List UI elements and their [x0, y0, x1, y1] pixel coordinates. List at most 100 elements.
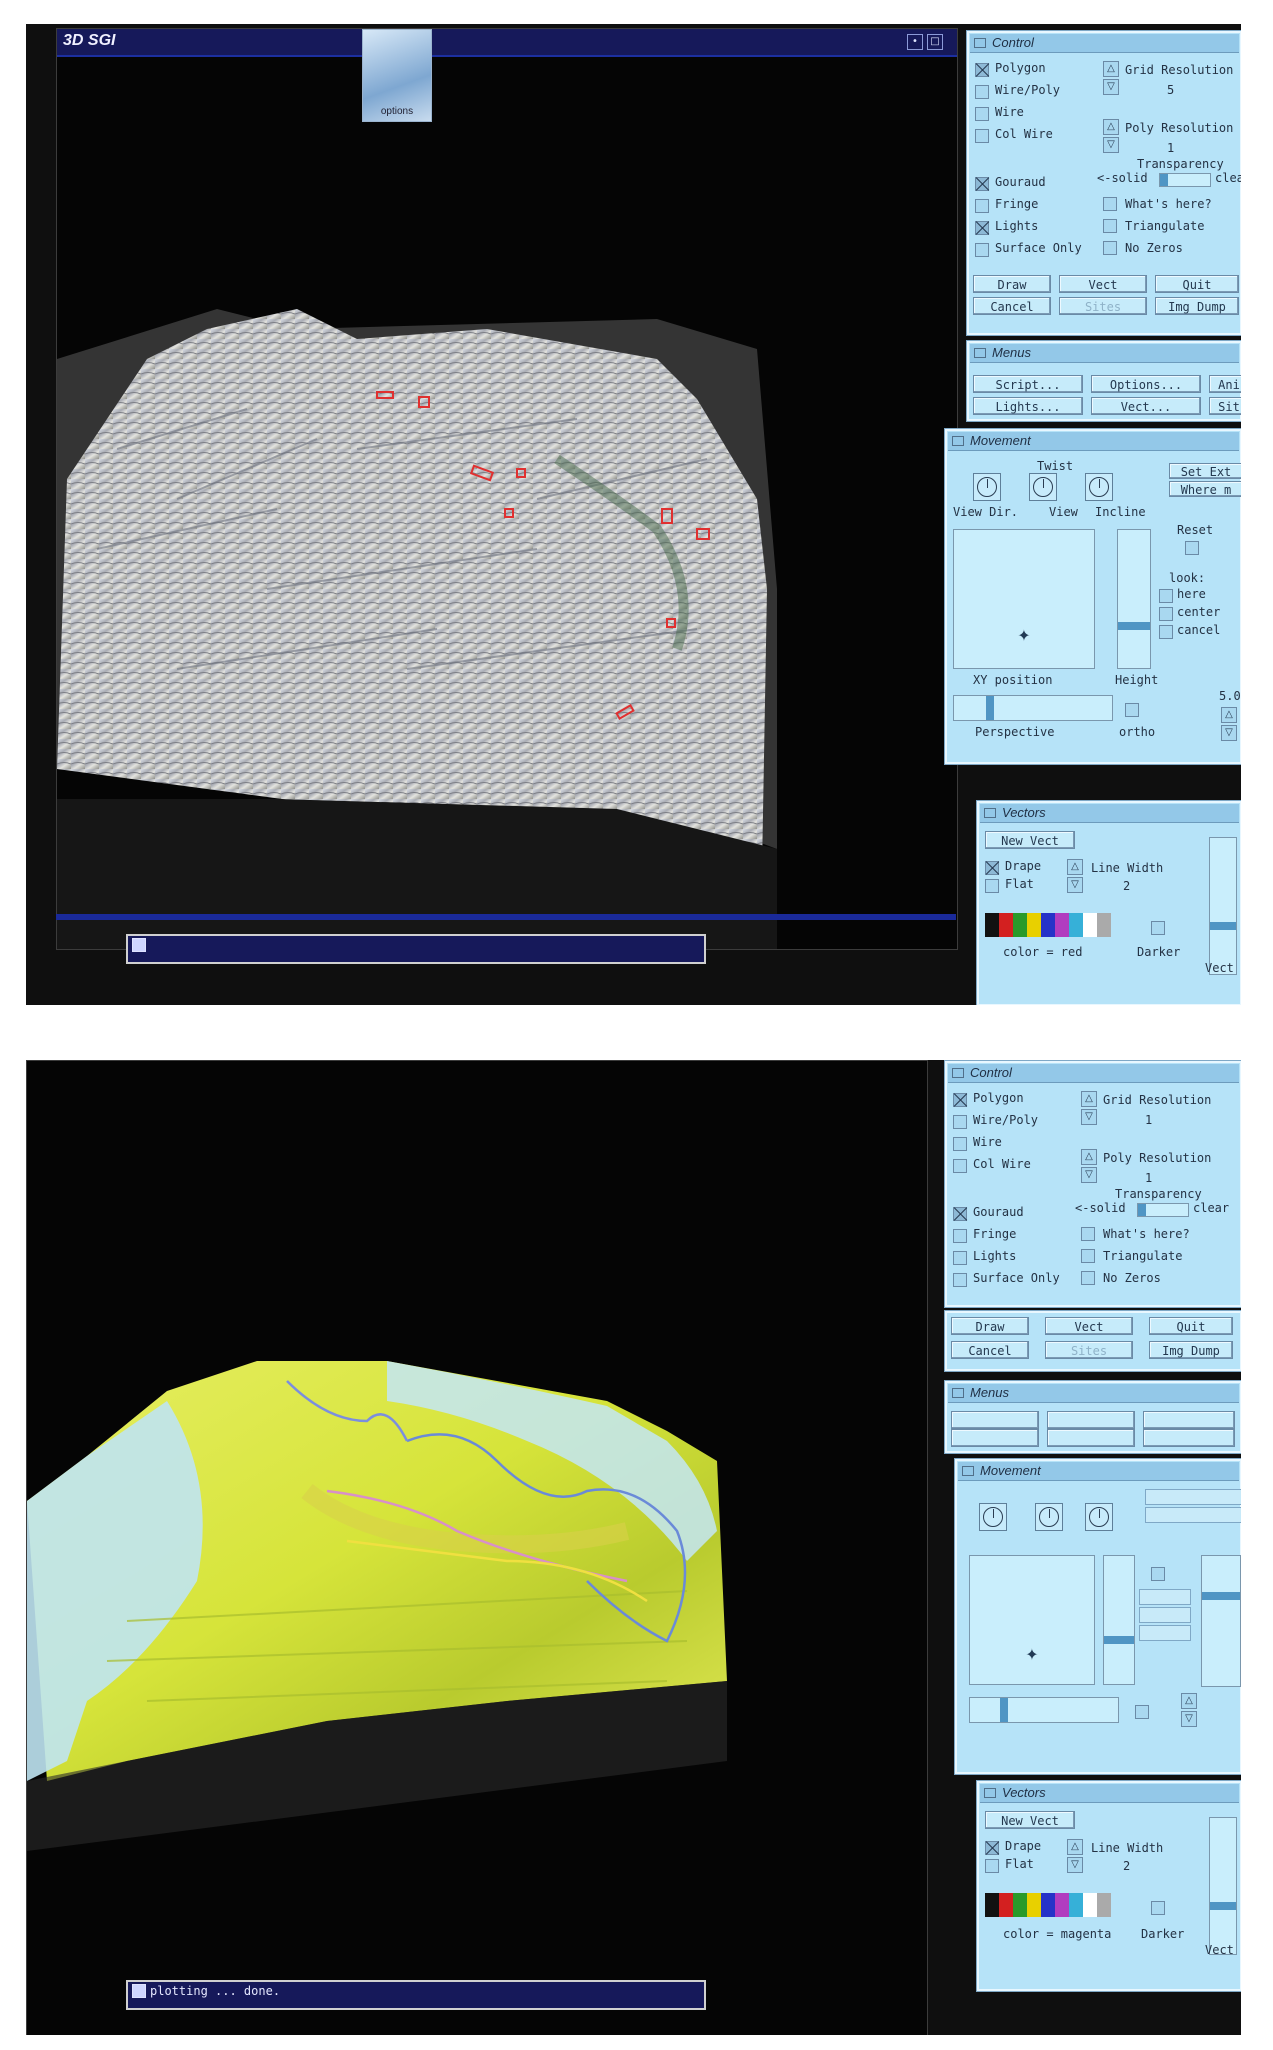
panel-menu-icon[interactable] [984, 808, 996, 818]
color-swatch[interactable] [999, 1893, 1013, 1917]
view-dir-dial-icon[interactable] [979, 1503, 1007, 1531]
panel-menu-icon[interactable] [962, 1466, 974, 1476]
poly-res-up-icon[interactable]: △ [1081, 1149, 1097, 1165]
twist-dial-icon[interactable] [1029, 473, 1057, 501]
line-width-up-icon[interactable]: △ [1067, 859, 1083, 875]
options-button[interactable]: options [362, 29, 432, 122]
panel-menu-icon[interactable] [952, 1068, 964, 1078]
darker-checkbox[interactable] [1151, 1901, 1165, 1915]
checkbox-whats-here[interactable] [1081, 1227, 1095, 1241]
flat-checkbox[interactable] [985, 1859, 999, 1873]
render-window-2[interactable] [26, 1060, 928, 2035]
checkbox-wire-poly[interactable] [975, 85, 989, 99]
checkbox-lights[interactable] [953, 1251, 967, 1265]
color-swatch[interactable] [985, 1893, 999, 1917]
where-button[interactable] [1145, 1507, 1241, 1523]
new-vect-button[interactable]: New Vect [985, 1811, 1075, 1829]
look-center-button[interactable] [1139, 1607, 1191, 1623]
view-dir-dial-icon[interactable] [973, 473, 1001, 501]
sites-button[interactable]: Sites [1045, 1341, 1133, 1359]
color-swatch[interactable] [1041, 913, 1055, 937]
animation-menu-button[interactable]: Ani [1209, 375, 1241, 393]
look-here-button[interactable] [1139, 1589, 1191, 1605]
color-swatch[interactable] [1013, 913, 1027, 937]
poly-res-down-icon[interactable]: ▽ [1103, 137, 1119, 153]
poly-res-up-icon[interactable]: △ [1103, 119, 1119, 135]
scale-up-icon[interactable]: △ [1221, 707, 1237, 723]
img-dump-button[interactable]: Img Dump [1149, 1341, 1233, 1359]
perspective-slider[interactable] [953, 695, 1113, 721]
height-slider[interactable] [1103, 1555, 1135, 1685]
grid-res-down-icon[interactable]: ▽ [1103, 79, 1119, 95]
render-window[interactable]: 3D SGI • □ options [56, 28, 958, 950]
checkbox-wire-poly[interactable] [953, 1115, 967, 1129]
color-swatch[interactable] [1069, 1893, 1083, 1917]
line-width-up-icon[interactable]: △ [1067, 1839, 1083, 1855]
menu-button-1[interactable] [951, 1411, 1039, 1429]
checkbox-whats-here[interactable] [1103, 197, 1117, 211]
drape-checkbox[interactable] [985, 861, 999, 875]
color-swatch[interactable] [1055, 913, 1069, 937]
reset-checkbox[interactable] [1151, 1567, 1165, 1581]
menu-button-3[interactable] [1143, 1411, 1235, 1429]
look-center-checkbox[interactable] [1159, 607, 1173, 621]
side-slider[interactable] [1201, 1555, 1241, 1687]
command-line-handle[interactable] [132, 938, 146, 952]
script-menu-button[interactable]: Script... [973, 375, 1083, 393]
color-swatch[interactable] [1083, 1893, 1097, 1917]
transparency-slider[interactable] [1137, 1203, 1189, 1217]
menu-button-2[interactable] [1047, 1411, 1135, 1429]
color-palette[interactable] [985, 1893, 1111, 1917]
checkbox-surface-only[interactable] [953, 1273, 967, 1287]
color-swatch[interactable] [999, 913, 1013, 937]
vectors-side-slider[interactable] [1209, 1817, 1237, 1955]
options-menu-button[interactable]: Options... [1091, 375, 1201, 393]
sites-button[interactable]: Sites [1059, 297, 1147, 315]
checkbox-wire[interactable] [953, 1137, 967, 1151]
color-swatch[interactable] [1013, 1893, 1027, 1917]
command-line-handle[interactable] [132, 1984, 146, 1998]
xy-position-pad[interactable]: ✦ [969, 1555, 1095, 1685]
color-palette[interactable] [985, 913, 1111, 937]
color-swatch[interactable] [1097, 913, 1111, 937]
quit-button[interactable]: Quit [1155, 275, 1239, 293]
ortho-checkbox[interactable] [1125, 703, 1139, 717]
look-here-checkbox[interactable] [1159, 589, 1173, 603]
checkbox-polygon[interactable] [953, 1093, 967, 1107]
incline-dial-icon[interactable] [1085, 1503, 1113, 1531]
panel-menu-icon[interactable] [974, 348, 986, 358]
checkbox-polygon[interactable] [975, 63, 989, 77]
scale-down-icon[interactable]: ▽ [1221, 725, 1237, 741]
checkbox-no-zeros[interactable] [1081, 1271, 1095, 1285]
command-line[interactable]: plotting ... done. [126, 1980, 706, 2010]
menu-button-5[interactable] [1047, 1429, 1135, 1447]
grid-res-up-icon[interactable]: △ [1103, 61, 1119, 77]
command-line[interactable] [126, 934, 706, 964]
vect-menu-button[interactable]: Vect... [1091, 397, 1201, 415]
img-dump-button[interactable]: Img Dump [1155, 297, 1239, 315]
xy-position-pad[interactable]: ✦ [953, 529, 1095, 669]
height-slider[interactable] [1117, 529, 1151, 669]
checkbox-surface-only[interactable] [975, 243, 989, 257]
checkbox-wire[interactable] [975, 107, 989, 121]
look-cancel-button[interactable] [1139, 1625, 1191, 1641]
perspective-slider[interactable] [969, 1697, 1119, 1723]
grid-res-down-icon[interactable]: ▽ [1081, 1109, 1097, 1125]
panel-menu-icon[interactable] [984, 1788, 996, 1798]
new-vect-button[interactable]: New Vect [985, 831, 1075, 849]
set-extent-button[interactable] [1145, 1489, 1241, 1505]
look-cancel-checkbox[interactable] [1159, 625, 1173, 639]
darker-checkbox[interactable] [1151, 921, 1165, 935]
checkbox-fringe[interactable] [953, 1229, 967, 1243]
color-swatch[interactable] [1097, 1893, 1111, 1917]
checkbox-no-zeros[interactable] [1103, 241, 1117, 255]
line-width-down-icon[interactable]: ▽ [1067, 1857, 1083, 1873]
checkbox-gouraud[interactable] [953, 1207, 967, 1221]
menu-button-4[interactable] [951, 1429, 1039, 1447]
cancel-button[interactable]: Cancel [973, 297, 1051, 315]
grid-res-up-icon[interactable]: △ [1081, 1091, 1097, 1107]
menu-button-6[interactable] [1143, 1429, 1235, 1447]
sites-menu-button[interactable]: Sit [1209, 397, 1241, 415]
reset-checkbox[interactable] [1185, 541, 1199, 555]
twist-dial-icon[interactable] [1035, 1503, 1063, 1531]
